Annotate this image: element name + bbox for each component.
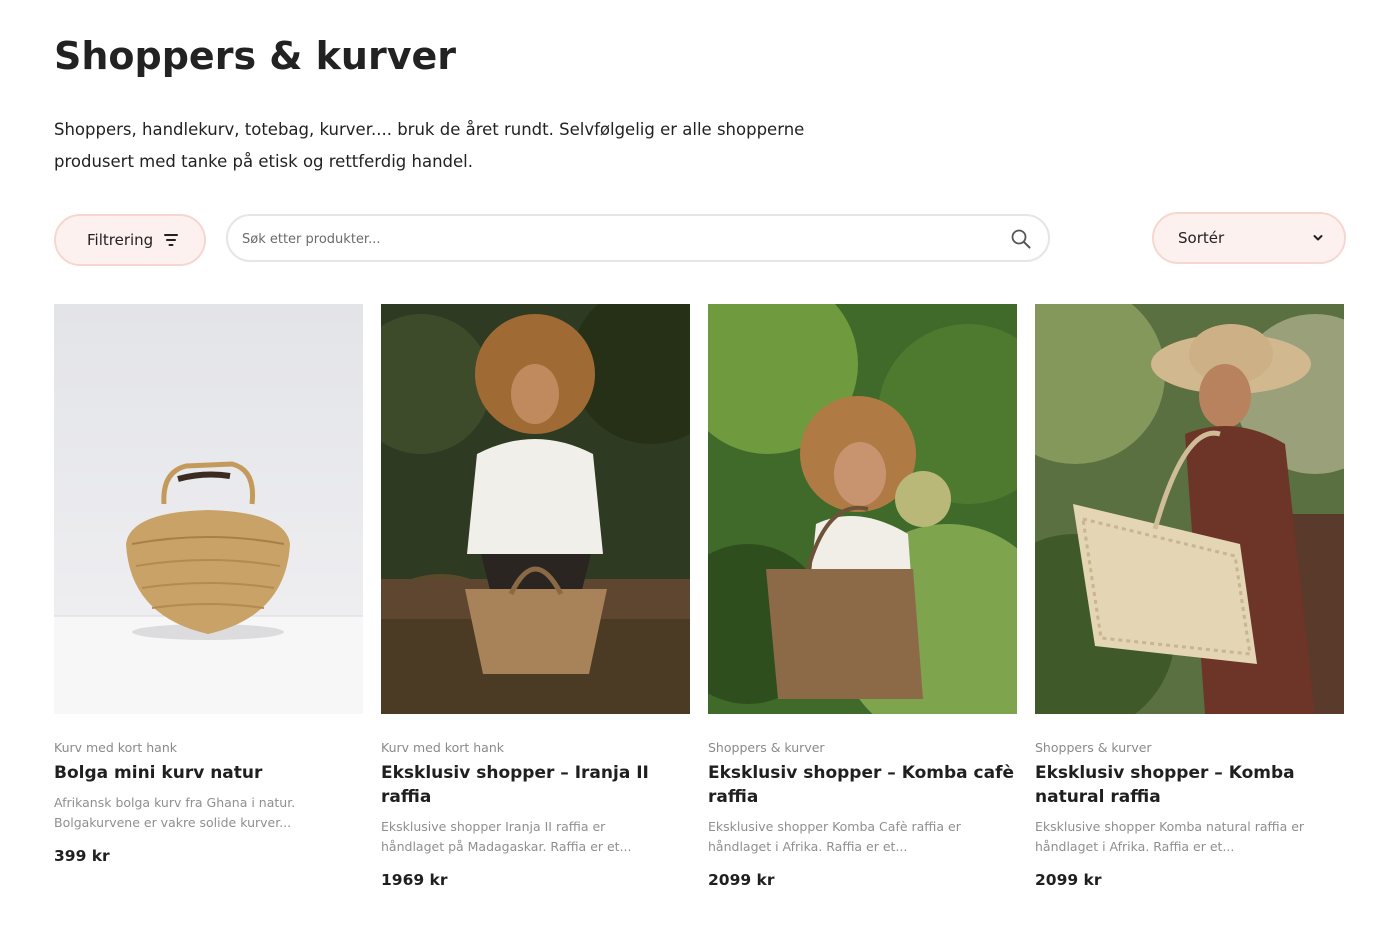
filter-button[interactable]: Filtrering xyxy=(54,214,206,266)
product-title[interactable]: Eksklusiv shopper – Komba cafè raffia xyxy=(708,761,1017,809)
product-image[interactable] xyxy=(54,304,363,714)
product-description: Eksklusive shopper Iranja II raffia er h… xyxy=(381,819,632,854)
page-title: Shoppers & kurver xyxy=(54,34,457,78)
product-price: 1969 kr xyxy=(381,871,448,889)
category-description: Shoppers, handlekurv, totebag, kurver...… xyxy=(54,120,805,171)
product-card[interactable]: Shoppers & kurver Eksklusiv shopper – Ko… xyxy=(708,304,1017,889)
product-category[interactable]: Shoppers & kurver xyxy=(708,740,1017,755)
product-image[interactable] xyxy=(708,304,1017,714)
search-icon[interactable] xyxy=(1010,228,1032,250)
product-image[interactable] xyxy=(1035,304,1344,714)
product-description: Eksklusive shopper Komba Cafè raffia er … xyxy=(708,819,961,854)
product-image[interactable] xyxy=(381,304,690,714)
product-description: Eksklusive shopper Komba natural raffia … xyxy=(1035,819,1305,854)
sort-dropdown[interactable]: Sortér xyxy=(1152,212,1346,264)
product-title[interactable]: Bolga mini kurv natur xyxy=(54,761,363,785)
sort-label: Sortér xyxy=(1178,229,1225,247)
product-category[interactable]: Kurv med kort hank xyxy=(381,740,690,755)
filter-lines-icon xyxy=(163,234,179,246)
product-price: 399 kr xyxy=(54,847,110,865)
search-bar xyxy=(226,214,1050,262)
product-card[interactable]: Kurv med kort hank Eksklusiv shopper – I… xyxy=(381,304,690,889)
product-title[interactable]: Eksklusiv shopper – Iranja II raffia xyxy=(381,761,690,809)
chevron-down-icon xyxy=(1313,235,1323,241)
product-price: 2099 kr xyxy=(1035,871,1102,889)
product-card[interactable]: Kurv med kort hank Bolga mini kurv natur… xyxy=(54,304,363,865)
product-description: Afrikansk bolga kurv fra Ghana i natur. … xyxy=(54,795,296,830)
product-price: 2099 kr xyxy=(708,871,775,889)
product-category[interactable]: Shoppers & kurver xyxy=(1035,740,1344,755)
product-title[interactable]: Eksklusiv shopper – Komba natural raffia xyxy=(1035,761,1344,809)
search-input[interactable] xyxy=(242,226,982,252)
filter-button-label: Filtrering xyxy=(87,231,154,249)
product-card[interactable]: Shoppers & kurver Eksklusiv shopper – Ko… xyxy=(1035,304,1344,889)
product-category[interactable]: Kurv med kort hank xyxy=(54,740,363,755)
